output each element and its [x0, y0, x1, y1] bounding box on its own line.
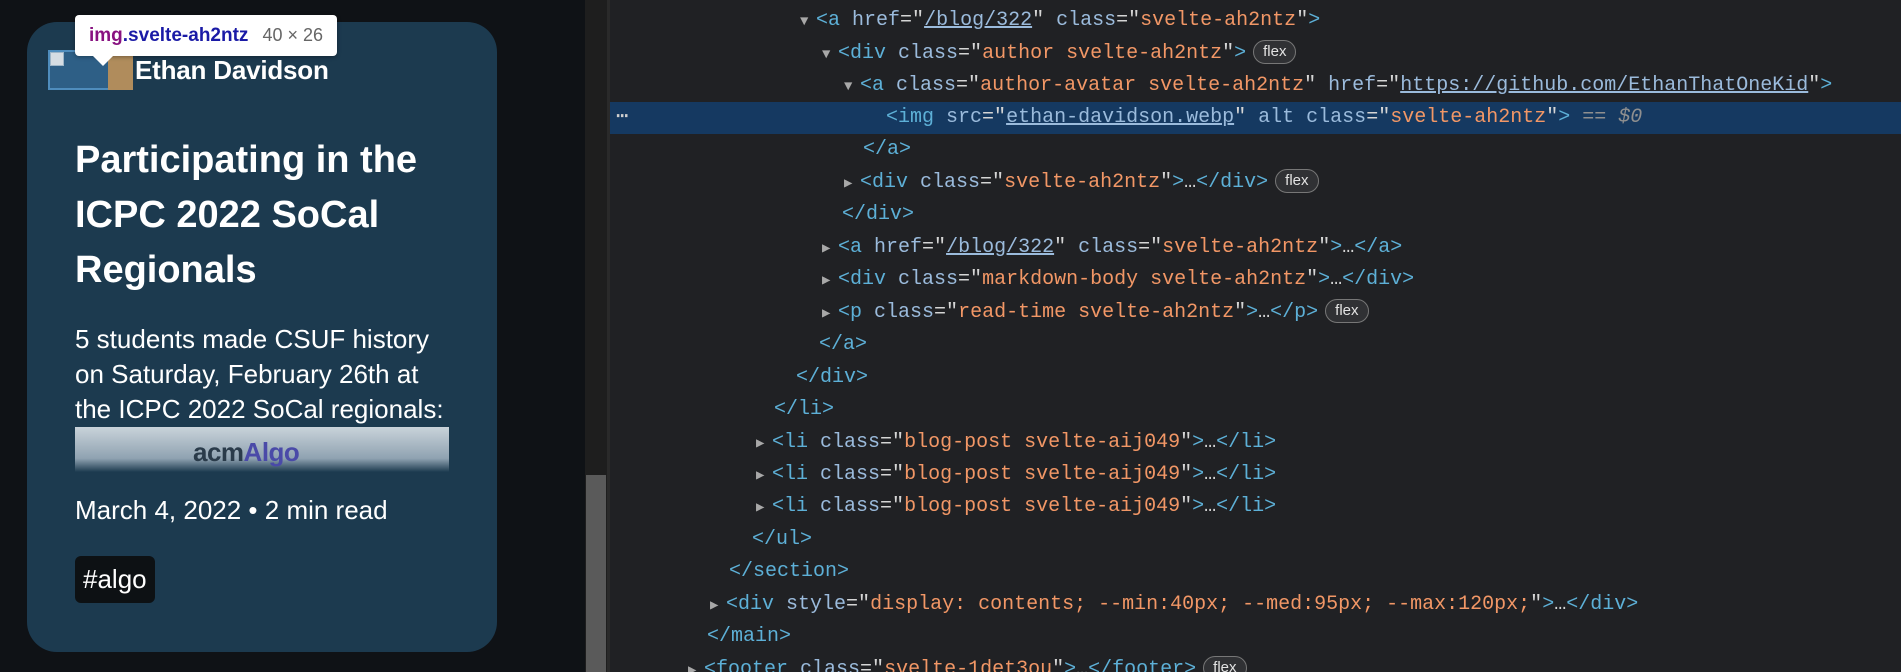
collapsed-triangle-icon[interactable]: ▶ — [822, 298, 838, 330]
flex-badge[interactable]: flex — [1275, 169, 1319, 193]
expanded-triangle-icon[interactable]: ▼ — [822, 39, 838, 71]
dom-node-li-blog-post[interactable]: ▶ <li class="blog-post svelte-aij049">…</… — [610, 491, 1901, 523]
dom-node-li-blog-post[interactable]: ▶ <li class="blog-post svelte-aij049">…</… — [610, 459, 1901, 491]
page-scrollbar[interactable] — [585, 0, 607, 672]
dom-node-p-readtime[interactable]: ▶ <p class="read-time svelte-ah2ntz">…</p… — [610, 297, 1901, 329]
collapsed-triangle-icon[interactable]: ▶ — [756, 460, 772, 492]
collapsed-triangle-icon[interactable]: ▶ — [822, 233, 838, 265]
preview-logo-acm: acm — [193, 437, 244, 467]
dom-close-div-card[interactable]: </div> — [610, 362, 1901, 394]
dom-close-a-blog[interactable]: </a> — [610, 329, 1901, 361]
inspect-tooltip: img.svelte-ah2ntz 40 × 26 — [75, 15, 337, 66]
collapsed-triangle-icon[interactable]: ▶ — [710, 590, 726, 622]
collapsed-triangle-icon[interactable]: ▶ — [756, 492, 772, 524]
dom-node-a-avatar[interactable]: ▼ <a class="author-avatar svelte-ah2ntz" … — [610, 70, 1901, 102]
post-tag[interactable]: #algo — [75, 556, 155, 603]
tooltip-dimensions: 40 × 26 — [262, 25, 323, 45]
devtools-elements-panel: ▼ <a href="/blog/322" class="svelte-ah2nt… — [610, 0, 1901, 672]
dom-node-a-blog[interactable]: ▼ <a href="/blog/322" class="svelte-ah2nt… — [610, 5, 1901, 37]
tooltip-tag: img — [89, 24, 123, 46]
page-scroll-thumb[interactable] — [586, 475, 606, 672]
dom-node-div-author[interactable]: ▼ <div class="author svelte-ah2ntz"> flex — [610, 38, 1901, 70]
collapsed-triangle-icon[interactable]: ▶ — [756, 428, 772, 460]
flex-badge[interactable]: flex — [1203, 656, 1247, 672]
author-name[interactable]: Ethan Davidson — [135, 55, 329, 86]
page-preview-pane: Ethan Davidson img.svelte-ah2ntz 40 × 26… — [0, 0, 585, 672]
author-row[interactable]: Ethan Davidson — [48, 50, 329, 90]
collapsed-triangle-icon[interactable]: ▶ — [844, 168, 860, 200]
dom-close-div-author[interactable]: </div> — [610, 199, 1901, 231]
dom-node-li-blog-post[interactable]: ▶ <li class="blog-post svelte-aij049">…</… — [610, 427, 1901, 459]
collapsed-triangle-icon[interactable]: ▶ — [822, 265, 838, 297]
dom-node-a-blog-collapsed[interactable]: ▶ <a href="/blog/322" class="svelte-ah2nt… — [610, 232, 1901, 264]
dom-node-div-markdown[interactable]: ▶ <div class="markdown-body svelte-ah2ntz… — [610, 264, 1901, 296]
collapsed-triangle-icon[interactable]: ▶ — [688, 655, 704, 672]
preview-logo: acmAlgo — [193, 437, 300, 468]
dom-close-li[interactable]: </li> — [610, 394, 1901, 426]
dom-close-a[interactable]: </a> — [610, 134, 1901, 166]
dom-node-div-collapsed[interactable]: ▶ <div class="svelte-ah2ntz">…</div> flex — [610, 167, 1901, 199]
expanded-triangle-icon[interactable]: ▼ — [800, 6, 816, 38]
post-title[interactable]: Participating in the ICPC 2022 SoCal Reg… — [75, 133, 475, 298]
tooltip-class: .svelte-ah2ntz — [122, 24, 249, 46]
post-excerpt: 5 students made CSUF history on Saturday… — [75, 324, 444, 424]
selected-node-marker: == $0 — [1570, 106, 1643, 129]
more-actions-icon[interactable]: ⋯ — [616, 102, 628, 134]
post-meta: March 4, 2022 • 2 min read — [75, 495, 388, 525]
post-preview-image: acmAlgo — [75, 427, 449, 472]
preview-logo-algo: Algo — [243, 437, 300, 467]
flex-badge[interactable]: flex — [1325, 299, 1369, 323]
flex-badge[interactable]: flex — [1253, 40, 1297, 64]
author-avatar-image[interactable] — [48, 50, 133, 90]
dom-node-footer[interactable]: ▶ <footer class="svelte-1det3ou">…</foote… — [610, 654, 1901, 672]
dom-node-img-selected[interactable]: ⋯ <img src="ethan-davidson.webp" alt clas… — [610, 102, 1901, 134]
broken-image-icon — [50, 52, 64, 66]
dom-close-section[interactable]: </section> — [610, 556, 1901, 588]
dom-close-main[interactable]: </main> — [610, 621, 1901, 653]
dom-close-ul[interactable]: </ul> — [610, 524, 1901, 556]
dom-node-div-contents[interactable]: ▶ <div style="display: contents; --min:40… — [610, 589, 1901, 621]
expanded-triangle-icon[interactable]: ▼ — [844, 71, 860, 103]
